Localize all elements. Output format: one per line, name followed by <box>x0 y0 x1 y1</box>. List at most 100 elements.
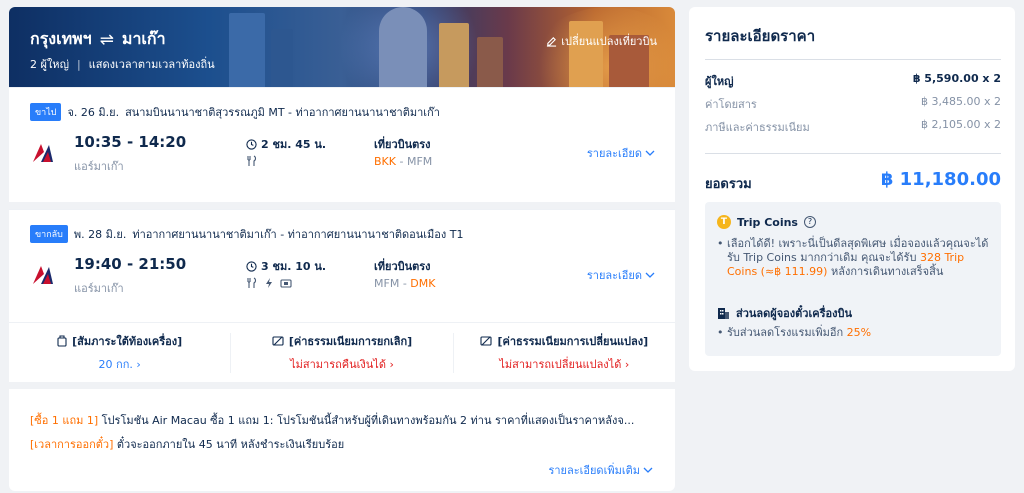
return-flight: ขากลับ พ. 28 มิ.ย. ท่าอากาศยานนานาชาติมา… <box>9 209 675 322</box>
baggage-policy: [สัมภาระใต้ท้องเครื่อง] 20 กก. › <box>9 332 232 373</box>
booking-page: กรุงเทพฯ ⇌ มาเก๊า 2 ผู้ใหญ่ | แสดงเวลาตา… <box>0 0 1024 493</box>
adult-price-value: ฿ 5,590.00 x 2 <box>912 72 1001 85</box>
no-change-icon <box>480 336 493 346</box>
return-date: พ. 28 มิ.ย. <box>73 228 127 241</box>
luggage-icon <box>57 335 67 347</box>
outbound-date: จ. 26 มิ.ย. <box>67 106 120 119</box>
return-details-link[interactable]: รายละเอียด <box>587 266 655 284</box>
fare-price-row: ค่าโดยสาร ฿ 3,485.00 x 2 <box>705 95 1001 113</box>
outbound-duration-text: 2 ชม. 45 น. <box>261 138 327 151</box>
no-refund-icon <box>272 336 284 346</box>
baggage-allowance-link[interactable]: 20 กก. › <box>9 355 230 373</box>
more-details-label: รายละเอียดเพิ่มเติม <box>548 464 640 477</box>
help-icon[interactable]: ? <box>803 216 816 228</box>
outbound-duration: 2 ชม. 45 น. <box>246 135 326 153</box>
outbound-times: 10:35 - 14:20 <box>74 133 187 151</box>
hotel-discount-description: รับส่วนลดโรงแรมเพิ่มอีก 25% <box>717 326 991 340</box>
tax-label: ภาษีและค่าธรรมเนียม <box>705 121 810 134</box>
air-macau-logo-icon <box>30 262 56 288</box>
return-direct-label: เที่ยวบินตรง <box>374 260 431 273</box>
promo-line-ticketing: [เวลาการออกตั๋ว] ตั๋วจะออกภายใน 45 นาที … <box>30 435 344 453</box>
outbound-details-link[interactable]: รายละเอียด <box>587 144 655 162</box>
local-time-note: แสดงเวลาตามเวลาท้องถิ่น <box>88 58 215 71</box>
return-times: 19:40 - 21:50 <box>74 255 187 273</box>
flight-summary-panel: กรุงเทพฯ ⇌ มาเก๊า 2 ผู้ใหญ่ | แสดงเวลาตา… <box>9 7 675 491</box>
outbound-amenities <box>246 155 258 167</box>
destination-banner: กรุงเทพฯ ⇌ มาเก๊า 2 ผู้ใหญ่ | แสดงเวลาตา… <box>9 7 675 87</box>
fare-policies: [สัมภาระใต้ท้องเครื่อง] 20 กก. › [ค่าธรร… <box>9 322 675 382</box>
chevron-right-icon: › <box>136 358 141 371</box>
change-policy-title: [ค่าธรรมเนียมการเปลี่ยนแปลง] <box>454 332 675 350</box>
pencil-icon <box>547 36 557 47</box>
outbound-tag: ขาไป <box>30 103 62 121</box>
trip-meta: 2 ผู้ใหญ่ | แสดงเวลาตามเวลาท้องถิ่น <box>30 55 215 73</box>
price-details-panel: รายละเอียดราคา ผู้ใหญ่ ฿ 5,590.00 x 2 ค่… <box>689 7 1015 371</box>
trip-coin-icon: T <box>717 215 731 229</box>
adult-price-label: ผู้ใหญ่ <box>705 75 734 88</box>
entertainment-icon <box>280 279 292 288</box>
clock-icon <box>246 138 257 150</box>
promo-bogo-tag: [ซื้อ 1 แถม 1] <box>30 414 99 427</box>
change-flight-label: เปลี่ยนแปลงเที่ยวบิน <box>561 35 657 48</box>
trip-coins-description: เลือกได้ดี! เพราะนี่เป็นดีลสุดพิเศษ เมื่… <box>717 237 991 279</box>
promo-line-bogo: [ซื้อ 1 แถม 1] โปรโมชัน Air Macau ซื้อ 1… <box>30 411 634 429</box>
round-trip-icon: ⇌ <box>99 29 114 50</box>
cancellation-policy-title: [ค่าธรรมเนียมการยกเลิก] <box>231 332 452 350</box>
chevron-down-icon <box>645 272 655 278</box>
clock-icon <box>246 260 257 272</box>
more-details-link[interactable]: รายละเอียดเพิ่มเติม <box>548 461 653 479</box>
return-amenities <box>246 277 292 289</box>
hotel-discount-percent: 25% <box>846 326 872 339</box>
return-duration: 3 ชม. 10 น. <box>246 257 326 275</box>
chevron-right-icon: › <box>624 358 630 371</box>
flight-booker-discount-heading: ส่วนลดผู้จองตั๋วเครื่องบิน <box>717 304 852 322</box>
total-label: ยอดรวม <box>705 177 752 192</box>
section-divider <box>9 382 675 389</box>
return-airport-codes: MFM - DMK <box>374 277 436 290</box>
outbound-to-code: MFM <box>406 155 433 168</box>
route-title: กรุงเทพฯ ⇌ มาเก๊า <box>30 27 166 52</box>
return-airline: แอร์มาเก๊า <box>74 282 124 295</box>
ticketing-time-text: ตั๋วจะออกภายใน 45 นาที หลังชำระเงินเรียบ… <box>113 438 345 451</box>
change-policy: [ค่าธรรมเนียมการเปลี่ยนแปลง] ไม่สามารถเป… <box>454 333 675 373</box>
destination-city: มาเก๊า <box>121 29 166 48</box>
fare-label: ค่าโดยสาร <box>705 98 757 111</box>
chevron-down-icon <box>643 467 653 473</box>
chevron-right-icon: › <box>389 358 394 371</box>
promo-bogo-text: โปรโมชัน Air Macau ซื้อ 1 แถม 1: โปรโมชั… <box>98 414 635 427</box>
cancellation-policy-link[interactable]: ไม่สามารถคืนเงินได้ › <box>231 355 452 373</box>
return-details-label: รายละเอียด <box>586 269 642 282</box>
price-divider <box>705 59 1001 60</box>
promotion-info: [ซื้อ 1 แถม 1] โปรโมชัน Air Macau ซื้อ 1… <box>9 389 675 491</box>
meta-separator: | <box>76 57 81 71</box>
outbound-flight: ขาไป จ. 26 มิ.ย. สนามบินนานาชาติสุวรรณภู… <box>9 87 675 202</box>
outbound-route: สนามบินนานาชาติสุวรรณภูมิ MT - ท่าอากาศย… <box>125 106 440 119</box>
hotel-building-icon <box>718 307 729 319</box>
tax-value: ฿ 2,105.00 x 2 <box>921 118 1001 131</box>
price-details-title: รายละเอียดราคา <box>705 27 816 45</box>
power-icon <box>266 278 272 288</box>
return-tag: ขากลับ <box>30 225 68 243</box>
change-flight-button[interactable]: เปลี่ยนแปลงเที่ยวบิน <box>546 32 657 50</box>
outbound-route-line: ขาไป จ. 26 มิ.ย. สนามบินนานาชาติสุวรรณภู… <box>30 103 440 121</box>
chevron-down-icon <box>645 150 655 156</box>
return-route: ท่าอากาศยานนานาชาติมาเก๊า - ท่าอากาศยานน… <box>132 228 464 241</box>
section-divider <box>9 202 675 209</box>
return-route-line: ขากลับ พ. 28 มิ.ย. ท่าอากาศยานนานาชาติมา… <box>30 225 464 243</box>
outbound-airline: แอร์มาเก๊า <box>74 160 124 173</box>
air-macau-logo-icon <box>30 140 56 166</box>
trip-coins-title: Trip Coins <box>737 215 798 229</box>
passenger-count: 2 ผู้ใหญ่ <box>30 58 69 71</box>
change-policy-link[interactable]: ไม่สามารถเปลี่ยนแปลงได้ › <box>454 355 675 373</box>
total-divider <box>705 153 1001 154</box>
total-price: ฿ 11,180.00 <box>880 169 1001 190</box>
outbound-from-code: BKK <box>374 155 396 168</box>
ticketing-time-tag: [เวลาการออกตั๋ว] <box>30 438 114 451</box>
origin-city: กรุงเทพฯ <box>30 29 92 48</box>
tax-price-row: ภาษีและค่าธรรมเนียม ฿ 2,105.00 x 2 <box>705 118 1001 136</box>
outbound-details-label: รายละเอียด <box>586 147 642 160</box>
return-duration-text: 3 ชม. 10 น. <box>261 260 327 273</box>
baggage-policy-title: [สัมภาระใต้ท้องเครื่อง] <box>9 332 230 350</box>
outbound-airport-codes: BKK - MFM <box>374 155 433 168</box>
meal-icon <box>247 277 257 288</box>
